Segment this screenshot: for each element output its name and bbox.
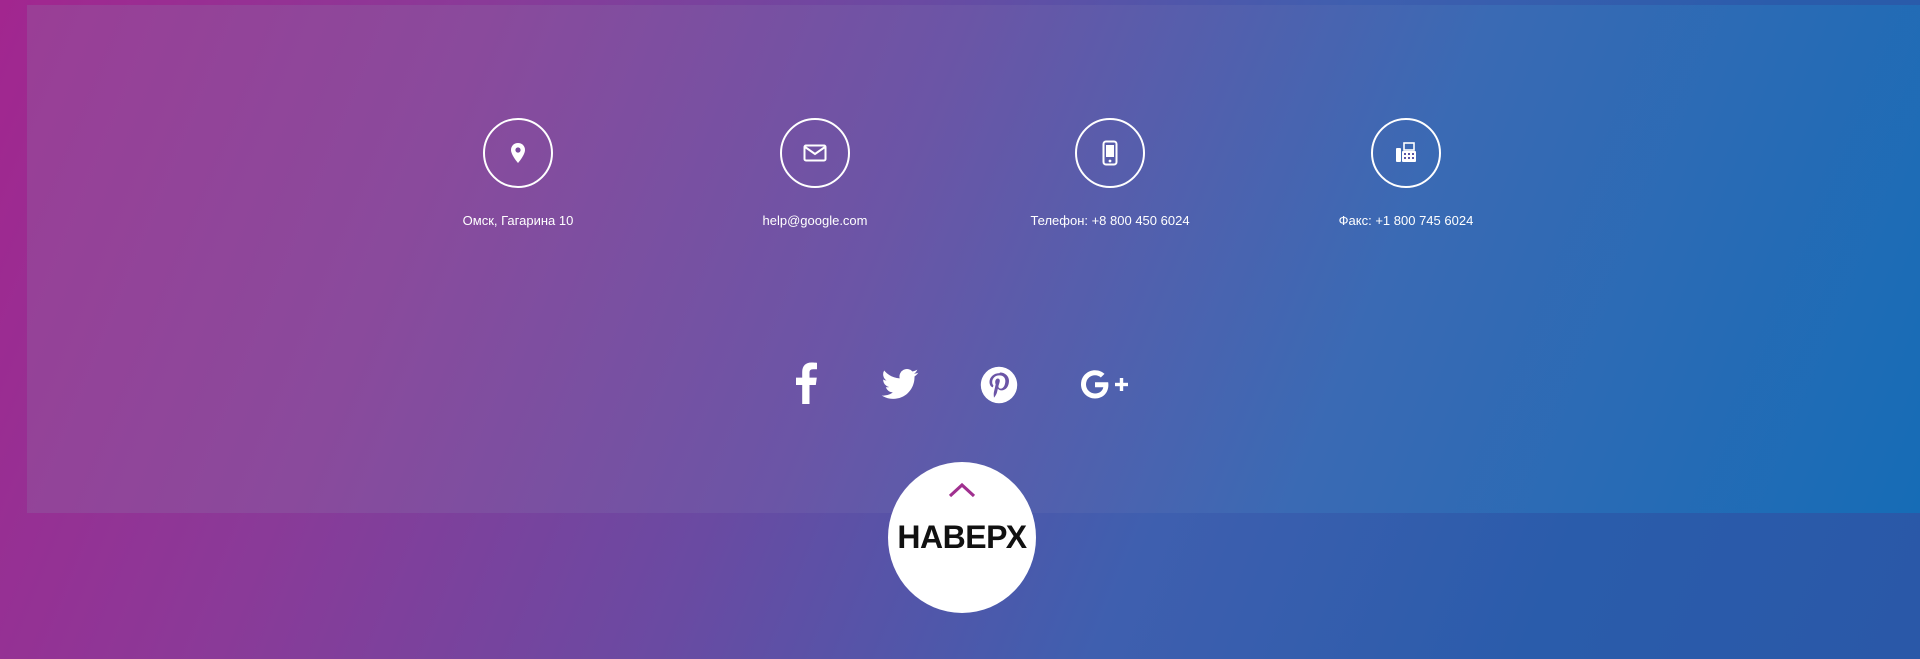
pinterest-icon xyxy=(980,366,1018,404)
fax-text: Факс: +1 800 745 6024 xyxy=(1338,213,1474,228)
chevron-up-icon xyxy=(948,482,976,498)
facebook-link[interactable] xyxy=(783,362,829,408)
mobile-phone-icon xyxy=(1102,140,1118,166)
email-text[interactable]: help@google.com xyxy=(665,213,965,228)
contacts-row: Омск, Гагарина 10 help@google.com Телефо… xyxy=(0,118,1920,238)
google-plus-icon xyxy=(1081,370,1128,399)
footer-panel xyxy=(27,5,1920,513)
contact-fax: Факс: +1 800 745 6024 xyxy=(1256,118,1556,228)
facebook-icon xyxy=(796,362,817,404)
address-text: Омск, Гагарина 10 xyxy=(462,213,574,228)
twitter-link[interactable] xyxy=(877,362,923,408)
envelope-icon xyxy=(803,144,827,162)
google-plus-link[interactable] xyxy=(1081,362,1128,408)
contact-address: Омск, Гагарина 10 xyxy=(368,118,668,228)
fax-icon-circle xyxy=(1371,118,1441,188)
map-pin-icon xyxy=(511,143,525,163)
address-icon-circle xyxy=(483,118,553,188)
twitter-icon xyxy=(881,369,919,399)
contact-email: help@google.com xyxy=(665,118,965,228)
phone-text[interactable]: Телефон: +8 800 450 6024 xyxy=(960,213,1260,228)
phone-icon-circle xyxy=(1075,118,1145,188)
fax-icon xyxy=(1396,142,1416,162)
email-icon-circle xyxy=(780,118,850,188)
pinterest-link[interactable] xyxy=(976,362,1022,408)
contact-phone: Телефон: +8 800 450 6024 xyxy=(960,118,1260,228)
back-to-top-label: НАВЕРХ xyxy=(897,519,1027,555)
social-links xyxy=(0,362,1920,410)
back-to-top-button[interactable]: НАВЕРХ xyxy=(888,462,1036,613)
